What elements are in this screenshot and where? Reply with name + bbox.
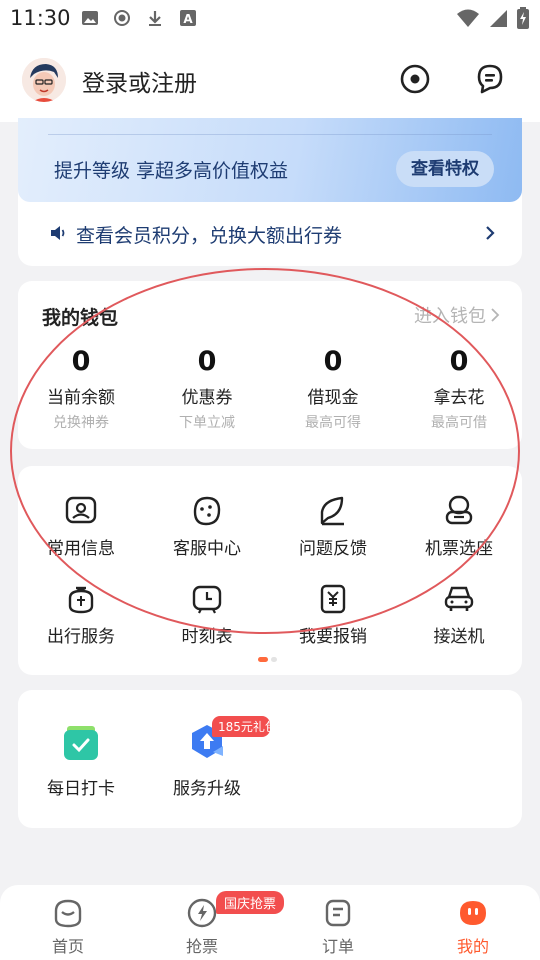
wallet-value: 0 [449, 346, 469, 377]
extra-daily-checkin[interactable]: 每日打卡 [18, 722, 144, 799]
grab-ticket-icon [187, 898, 217, 928]
chevron-right-icon [491, 308, 500, 322]
tools-grid: 常用信息 客服中心 问题反馈 机票选座 出行服务 时刻表 我要报销 接送机 [18, 466, 522, 675]
tool-seat-selection[interactable]: 机票选座 [396, 494, 522, 559]
tool-feedback[interactable]: 问题反馈 [270, 494, 396, 559]
seat-icon [445, 495, 473, 525]
tool-label: 时刻表 [181, 627, 233, 647]
tab-label: 抢票 [185, 937, 218, 956]
wallet-sublabel: 最高可得 [305, 415, 361, 431]
message-icon[interactable] [473, 62, 507, 96]
enter-wallet-label: 进入钱包 [414, 306, 486, 327]
settings-icon[interactable] [398, 62, 432, 96]
speaker-icon [51, 226, 65, 240]
extras-card: 每日打卡 服务升级 185元礼包 [18, 690, 522, 828]
wallet-card: 我的钱包 进入钱包 0 当前余额 兑换神券 0 优惠券 下单立减 0 借现金 最… [18, 281, 522, 449]
tab-label: 首页 [51, 937, 84, 956]
order-icon [325, 899, 351, 927]
tool-common-info[interactable]: 常用信息 [18, 494, 144, 559]
tool-label: 机票选座 [425, 539, 493, 559]
wallet-title: 我的钱包 [42, 307, 119, 329]
member-level-text: 提升等级 享超多高价值权益 [54, 160, 289, 182]
wallet-value: 0 [323, 346, 343, 377]
enter-wallet-link[interactable]: 进入钱包 [414, 302, 500, 328]
page-indicator [258, 657, 277, 662]
avatar-illustration-icon [22, 58, 66, 102]
wifi-icon [457, 9, 479, 27]
tool-label: 客服中心 [173, 539, 241, 559]
tool-customer-service[interactable]: 客服中心 [144, 494, 270, 559]
member-level-banner[interactable]: 提升等级 享超多高价值权益 查看特权 [18, 118, 522, 202]
wallet-item-coupons[interactable]: 0 优惠券 下单立减 [144, 345, 270, 432]
member-points-text: 查看会员积分，兑换大额出行券 [76, 225, 343, 247]
chevron-right-icon [486, 226, 495, 240]
tool-travel-service[interactable]: 出行服务 [18, 582, 144, 647]
reimburse-icon [320, 584, 346, 614]
gallery-icon [82, 11, 98, 25]
svg-text:A: A [183, 12, 193, 26]
customer-service-icon [193, 496, 221, 526]
tool-label: 常用信息 [47, 539, 115, 559]
wallet-items: 0 当前余额 兑换神券 0 优惠券 下单立减 0 借现金 最高可得 0 拿去花 … [18, 345, 522, 432]
home-icon [54, 899, 82, 928]
wallet-sublabel: 最高可借 [431, 415, 487, 431]
contact-card-icon [65, 496, 97, 524]
tool-label: 接送机 [433, 627, 485, 647]
tool-reimbursement[interactable]: 我要报销 [270, 582, 396, 647]
tool-label: 我要报销 [299, 627, 367, 647]
member-points-row[interactable]: 查看会员积分，兑换大额出行券 [18, 214, 522, 254]
cellular-signal-icon [490, 10, 507, 27]
gift-tag-badge: 185元礼包 [212, 716, 270, 737]
tool-airport-transfer[interactable]: 接送机 [396, 582, 522, 647]
record-icon [114, 10, 130, 26]
login-register-link[interactable]: 登录或注册 [82, 64, 197, 98]
wallet-item-borrow-cash[interactable]: 0 借现金 最高可得 [270, 345, 396, 432]
view-privileges-button[interactable]: 查看特权 [396, 151, 494, 187]
system-indicators [456, 7, 530, 29]
bottom-tab-bar: 首页 抢票 国庆抢票 订单 我的 [0, 885, 540, 960]
wallet-label: 当前余额 [47, 388, 115, 408]
tab-mine[interactable]: 我的 [433, 897, 513, 957]
tool-label: 问题反馈 [299, 539, 367, 559]
wallet-item-credit[interactable]: 0 拿去花 最高可借 [396, 345, 522, 432]
banner-divider [48, 134, 492, 135]
status-bar: 11:30 A [0, 0, 540, 38]
member-card: 提升等级 享超多高价值权益 查看特权 查看会员积分，兑换大额出行券 [18, 118, 522, 266]
battery-charging-icon [517, 7, 529, 29]
tool-label: 出行服务 [47, 627, 115, 647]
wallet-value: 0 [197, 346, 217, 377]
text-app-icon: A [180, 10, 196, 26]
extra-label: 每日打卡 [47, 779, 115, 799]
wallet-label: 优惠券 [181, 388, 233, 408]
checkin-icon [64, 726, 98, 760]
page-dot [271, 657, 277, 662]
wallet-label: 借现金 [307, 388, 359, 408]
tool-timetable[interactable]: 时刻表 [144, 582, 270, 647]
tab-orders[interactable]: 订单 [298, 897, 378, 957]
extra-label: 服务升级 [173, 779, 241, 799]
car-icon [444, 586, 474, 611]
tab-grab-ticket[interactable]: 抢票 国庆抢票 [162, 891, 285, 957]
tab-home[interactable]: 首页 [28, 897, 108, 957]
wallet-item-balance[interactable]: 0 当前余额 兑换神券 [18, 345, 144, 432]
timetable-icon [192, 585, 222, 614]
profile-icon [460, 901, 486, 925]
status-time: 11:30 [10, 6, 71, 30]
tab-label: 我的 [456, 937, 489, 956]
wallet-value: 0 [71, 346, 91, 377]
feedback-icon [320, 496, 344, 526]
avatar[interactable] [22, 58, 66, 102]
promo-badge: 国庆抢票 [216, 891, 285, 914]
wallet-label: 拿去花 [433, 388, 485, 408]
tab-label: 订单 [321, 937, 354, 956]
profile-header: 登录或注册 [0, 38, 540, 122]
download-icon [149, 11, 161, 26]
wallet-sublabel: 兑换神券 [53, 415, 109, 431]
travel-bag-icon [68, 586, 94, 614]
page-dot-active [258, 657, 268, 662]
extra-service-upgrade[interactable]: 服务升级 185元礼包 [144, 716, 270, 799]
wallet-sublabel: 下单立减 [179, 415, 235, 431]
